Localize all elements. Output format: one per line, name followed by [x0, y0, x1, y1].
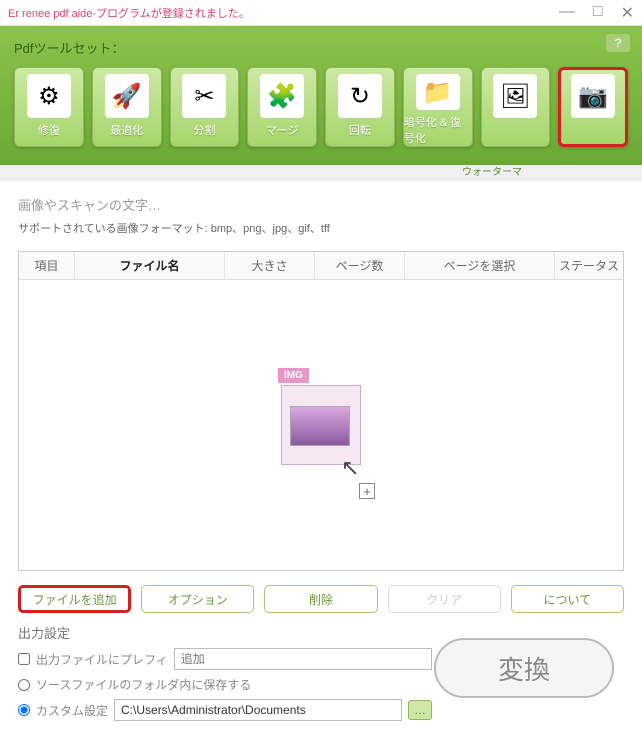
titlebar: Er renee pdf aide-プログラムが登録されました。 — □ ✕	[0, 0, 642, 26]
options-button[interactable]: オプション	[141, 585, 254, 613]
tool-label: 最適化	[110, 122, 143, 138]
tool-merge[interactable]: 🧩 マージ	[247, 67, 317, 147]
minimize-button[interactable]: —	[559, 3, 575, 23]
tool-label: マージ	[266, 122, 299, 138]
custom-path-radio[interactable]	[18, 704, 30, 716]
path-input[interactable]	[114, 699, 402, 721]
window-controls: — □ ✕	[559, 3, 634, 23]
col-page-select[interactable]: ページを選択	[405, 252, 555, 279]
source-folder-label: ソースファイルのフォルダ内に保存する	[36, 676, 251, 693]
titlebar-text: Er renee pdf aide-プログラムが登録されました。	[8, 5, 559, 21]
header-title: Pdfツールセット：	[14, 34, 628, 67]
rotate-icon: ↻	[338, 74, 382, 118]
split-icon: ✂	[182, 74, 226, 118]
help-button[interactable]: ?	[606, 34, 630, 52]
col-pages[interactable]: ページ数	[315, 252, 405, 279]
image-icon: 🖼	[493, 74, 537, 118]
tool-label: 回転	[349, 122, 371, 138]
drop-placeholder: IMG ↖ +	[281, 385, 361, 465]
browse-button[interactable]: …	[408, 700, 432, 720]
encrypt-icon: 📁	[416, 74, 460, 110]
description: 画像やスキャンの文字…	[18, 195, 624, 214]
repair-icon: ⚙	[27, 74, 71, 118]
custom-label: カスタム設定	[36, 702, 108, 719]
tool-split[interactable]: ✂ 分割	[170, 67, 240, 147]
toolbar: ⚙ 修復 🚀 最適化 ✂ 分割 🧩 マージ ↻ 回転 📁 暗号化 & 復号化 🖼	[14, 67, 628, 147]
optimize-icon: 🚀	[105, 74, 149, 118]
col-size[interactable]: 大きさ	[225, 252, 315, 279]
about-button[interactable]: について	[511, 585, 624, 613]
tool-pdf-to-image[interactable]: 📷	[558, 67, 628, 147]
tool-image[interactable]: 🖼	[481, 67, 551, 147]
cursor-icon: ↖	[341, 455, 359, 481]
tool-label: 暗号化 & 復号化	[404, 114, 472, 146]
img-inner	[290, 406, 350, 446]
custom-path-row: カスタム設定 …	[18, 699, 624, 721]
convert-button[interactable]: 変換	[434, 638, 614, 698]
col-item[interactable]: 項目	[19, 252, 75, 279]
close-button[interactable]: ✕	[621, 3, 634, 23]
prefix-checkbox[interactable]	[18, 653, 30, 665]
tool-encrypt[interactable]: 📁 暗号化 & 復号化	[403, 67, 473, 147]
merge-icon: 🧩	[260, 74, 304, 118]
subheader: ウォーターマ	[0, 163, 642, 181]
source-folder-radio[interactable]	[18, 679, 30, 691]
drop-zone[interactable]: IMG ↖ +	[19, 280, 623, 570]
col-status[interactable]: ステータス	[555, 252, 623, 279]
watermark-label: ウォーターマ	[0, 163, 642, 178]
pdf-to-image-icon: 📷	[571, 74, 615, 118]
prefix-input[interactable]	[174, 648, 432, 670]
placeholder-image: IMG	[281, 385, 361, 465]
img-tab: IMG	[278, 368, 309, 383]
tool-optimize[interactable]: 🚀 最適化	[92, 67, 162, 147]
header: Pdfツールセット： ? ⚙ 修復 🚀 最適化 ✂ 分割 🧩 マージ ↻ 回転 …	[0, 26, 642, 165]
tool-rotate[interactable]: ↻ 回転	[325, 67, 395, 147]
supported-formats: サポートされている画像フォーマット: bmp、png、jpg、gif、tff	[18, 222, 624, 237]
tool-label: 修復	[38, 122, 60, 138]
plus-icon: +	[359, 483, 375, 499]
button-row: ファイルを追加 オプション 削除 クリア について	[18, 585, 624, 613]
tool-repair[interactable]: ⚙ 修復	[14, 67, 84, 147]
table-header: 項目 ファイル名 大きさ ページ数 ページを選択 ステータス	[19, 252, 623, 280]
add-file-button[interactable]: ファイルを追加	[18, 585, 131, 613]
maximize-button[interactable]: □	[593, 3, 603, 23]
prefix-label: 出力ファイルにプレフィ	[36, 651, 168, 668]
col-filename[interactable]: ファイル名	[75, 252, 225, 279]
clear-button[interactable]: クリア	[388, 585, 501, 613]
file-table: 項目 ファイル名 大きさ ページ数 ページを選択 ステータス IMG ↖ +	[18, 251, 624, 571]
delete-button[interactable]: 削除	[264, 585, 377, 613]
tool-label: 分割	[193, 122, 215, 138]
